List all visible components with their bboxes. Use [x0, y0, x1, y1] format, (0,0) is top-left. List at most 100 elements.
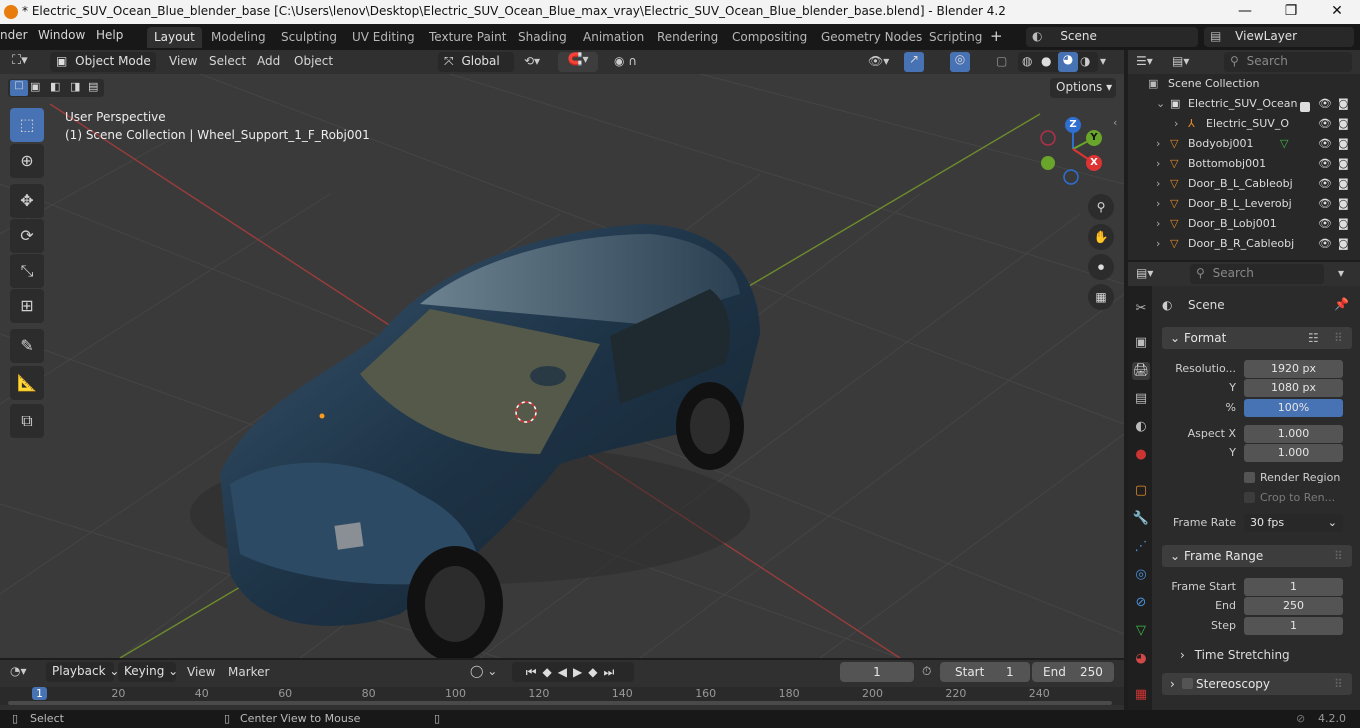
- options-button[interactable]: Options ▾: [1050, 78, 1116, 98]
- minimize-button[interactable]: —: [1222, 0, 1268, 24]
- shading-dropdown-icon[interactable]: ▾: [1100, 54, 1106, 68]
- tab-uv-editing[interactable]: UV Editing: [345, 27, 422, 48]
- camera-icon[interactable]: ◙: [1338, 137, 1349, 150]
- perspective-toggle-icon[interactable]: ▦: [1088, 284, 1114, 310]
- chevron-down-icon[interactable]: ⌄: [1156, 97, 1165, 110]
- tab-sculpting[interactable]: Sculpting: [274, 27, 344, 48]
- camera-view-icon[interactable]: ⏺: [1088, 254, 1114, 280]
- chevron-right-icon[interactable]: ›: [1156, 217, 1160, 230]
- view-layer-selector[interactable]: ▤ ViewLayer: [1204, 27, 1354, 47]
- menu-object[interactable]: Object: [294, 54, 333, 68]
- eye-icon[interactable]: 👁: [1318, 197, 1332, 210]
- modifier-tab-icon[interactable]: 🔧: [1132, 510, 1150, 528]
- play-icon[interactable]: ▶: [573, 665, 588, 679]
- tab-modeling[interactable]: Modeling: [204, 27, 273, 48]
- menu-help[interactable]: Help: [96, 28, 123, 42]
- tab-layout[interactable]: Layout: [147, 27, 202, 48]
- frame-range-panel-header[interactable]: ⌄ Frame Range ⠿: [1162, 545, 1352, 567]
- outliner-row[interactable]: › ▽ Door_B_R_Cableobj 👁 ◙: [1128, 237, 1360, 257]
- camera-icon[interactable]: ◙: [1338, 177, 1349, 190]
- output-tab-icon[interactable]: 🖨: [1132, 362, 1150, 380]
- constraints-tab-icon[interactable]: ⊘: [1132, 594, 1150, 612]
- prev-keyframe-icon[interactable]: ◆: [543, 665, 558, 679]
- add-cube-tool-icon[interactable]: ⧉: [10, 404, 44, 438]
- chevron-right-icon[interactable]: ›: [1156, 197, 1160, 210]
- rotate-tool-icon[interactable]: ⟳: [10, 219, 44, 253]
- menu-render[interactable]: nder: [0, 28, 28, 42]
- measure-tool-icon[interactable]: 📐: [10, 366, 44, 400]
- particles-tab-icon[interactable]: ⋰: [1132, 538, 1150, 556]
- tab-scripting[interactable]: Scripting: [922, 27, 989, 48]
- menu-view[interactable]: View: [169, 54, 197, 68]
- transform-tool-icon[interactable]: ⊞: [10, 289, 44, 323]
- outliner-row[interactable]: › ▽ Door_B_Lobj001 👁 ◙: [1128, 217, 1360, 237]
- menu-add[interactable]: Add: [257, 54, 280, 68]
- resolution-x-field[interactable]: 1920 px: [1244, 360, 1343, 378]
- select-invert-icon[interactable]: ◨: [70, 80, 80, 93]
- outliner-row[interactable]: › ▽ Bodyobj001 ▽ 👁 ◙: [1128, 137, 1360, 157]
- auto-keying-icon[interactable]: ◯ ⌄: [470, 664, 497, 678]
- timeline-ruler[interactable]: 1 20 40 60 80 100 120 140 160 180 200 220 240: [0, 687, 1124, 705]
- eye-icon[interactable]: 👁: [1318, 157, 1332, 170]
- tab-animation[interactable]: Animation: [576, 27, 651, 48]
- view-layer-tab-icon[interactable]: ▤: [1132, 390, 1150, 408]
- chevron-right-icon[interactable]: ›: [1174, 117, 1178, 130]
- preset-list-icon[interactable]: ☷: [1308, 327, 1319, 349]
- stereoscopy-checkbox[interactable]: [1182, 678, 1193, 689]
- visibility-icon[interactable]: 👁▾: [868, 54, 889, 68]
- end-frame-field[interactable]: End 250: [1032, 662, 1114, 682]
- pan-hand-icon[interactable]: ✋: [1088, 224, 1114, 250]
- camera-icon[interactable]: ◙: [1338, 217, 1349, 230]
- display-mode-icon[interactable]: ▤▾: [1172, 54, 1189, 68]
- camera-icon[interactable]: ◙: [1338, 97, 1349, 110]
- exclude-checkbox[interactable]: [1300, 102, 1310, 112]
- aspect-y-field[interactable]: 1.000: [1244, 444, 1343, 462]
- drag-handle-icon[interactable]: ⠿: [1334, 545, 1343, 567]
- tab-compositing[interactable]: Compositing: [725, 27, 814, 48]
- play-reverse-icon[interactable]: ◀: [558, 665, 573, 679]
- pin-icon[interactable]: 📌: [1334, 297, 1349, 311]
- physics-tab-icon[interactable]: ◎: [1132, 566, 1150, 584]
- gizmo-y-label[interactable]: Y: [1086, 130, 1102, 146]
- outliner-row[interactable]: › ▽ Door_B_L_Cableobj 👁 ◙: [1128, 177, 1360, 197]
- crop-checkbox[interactable]: [1244, 492, 1255, 503]
- chevron-right-icon[interactable]: ›: [1156, 177, 1160, 190]
- material-preview-shading-icon[interactable]: ◕: [1058, 52, 1078, 72]
- cursor-tool-icon[interactable]: ⊕: [10, 144, 44, 178]
- tool-tab-icon[interactable]: ✂: [1132, 300, 1150, 318]
- annotate-tool-icon[interactable]: ✎: [10, 329, 44, 363]
- timeline-view-menu[interactable]: View: [187, 665, 215, 679]
- scene-tab-icon[interactable]: ◐: [1132, 418, 1150, 436]
- data-tab-icon[interactable]: ▽: [1132, 622, 1150, 640]
- drag-handle-icon[interactable]: ⠿: [1334, 327, 1343, 349]
- outliner-row[interactable]: › ▽ Bottomobj001 👁 ◙: [1128, 157, 1360, 177]
- select-extend-icon[interactable]: ▣: [30, 80, 40, 93]
- outliner-row-root[interactable]: ▣ Scene Collection: [1128, 77, 1360, 97]
- outliner-search-input[interactable]: ⚲ Search: [1224, 52, 1352, 72]
- render-tab-icon[interactable]: ▣: [1132, 334, 1150, 352]
- object-tab-icon[interactable]: ▢: [1132, 482, 1150, 500]
- eye-icon[interactable]: 👁: [1318, 217, 1332, 230]
- time-stretching-header[interactable]: › Time Stretching: [1180, 648, 1290, 662]
- frame-start-field[interactable]: 1: [1244, 578, 1343, 596]
- camera-icon[interactable]: ◙: [1338, 197, 1349, 210]
- solid-shading-icon[interactable]: ●: [1041, 54, 1051, 68]
- world-tab-icon[interactable]: ●: [1132, 446, 1150, 464]
- camera-icon[interactable]: ◙: [1338, 117, 1349, 130]
- outliner-row[interactable]: › ▽ Door_B_L_Leverobj 👁 ◙: [1128, 197, 1360, 217]
- overlays-toggle-icon[interactable]: ◎: [950, 52, 970, 72]
- format-panel-header[interactable]: ⌄ Format ☷ ⠿: [1162, 327, 1352, 349]
- current-frame-field[interactable]: 1: [840, 662, 914, 682]
- camera-icon[interactable]: ◙: [1338, 157, 1349, 170]
- tab-shading[interactable]: Shading: [511, 27, 574, 48]
- eye-icon[interactable]: 👁: [1318, 137, 1332, 150]
- keying-menu[interactable]: Keying ⌄: [118, 662, 178, 682]
- menu-select[interactable]: Select: [209, 54, 246, 68]
- material-tab-icon[interactable]: ◕: [1132, 650, 1150, 668]
- wireframe-shading-icon[interactable]: ◍: [1022, 54, 1032, 68]
- xray-icon[interactable]: ▢: [996, 54, 1007, 68]
- outliner-editor-icon[interactable]: ☰▾: [1136, 54, 1153, 68]
- resolution-percent-field[interactable]: 100%: [1244, 399, 1343, 417]
- timeline-marker-menu[interactable]: Marker: [228, 665, 269, 679]
- proportional-editing-icon[interactable]: ◉ ∩: [614, 54, 637, 68]
